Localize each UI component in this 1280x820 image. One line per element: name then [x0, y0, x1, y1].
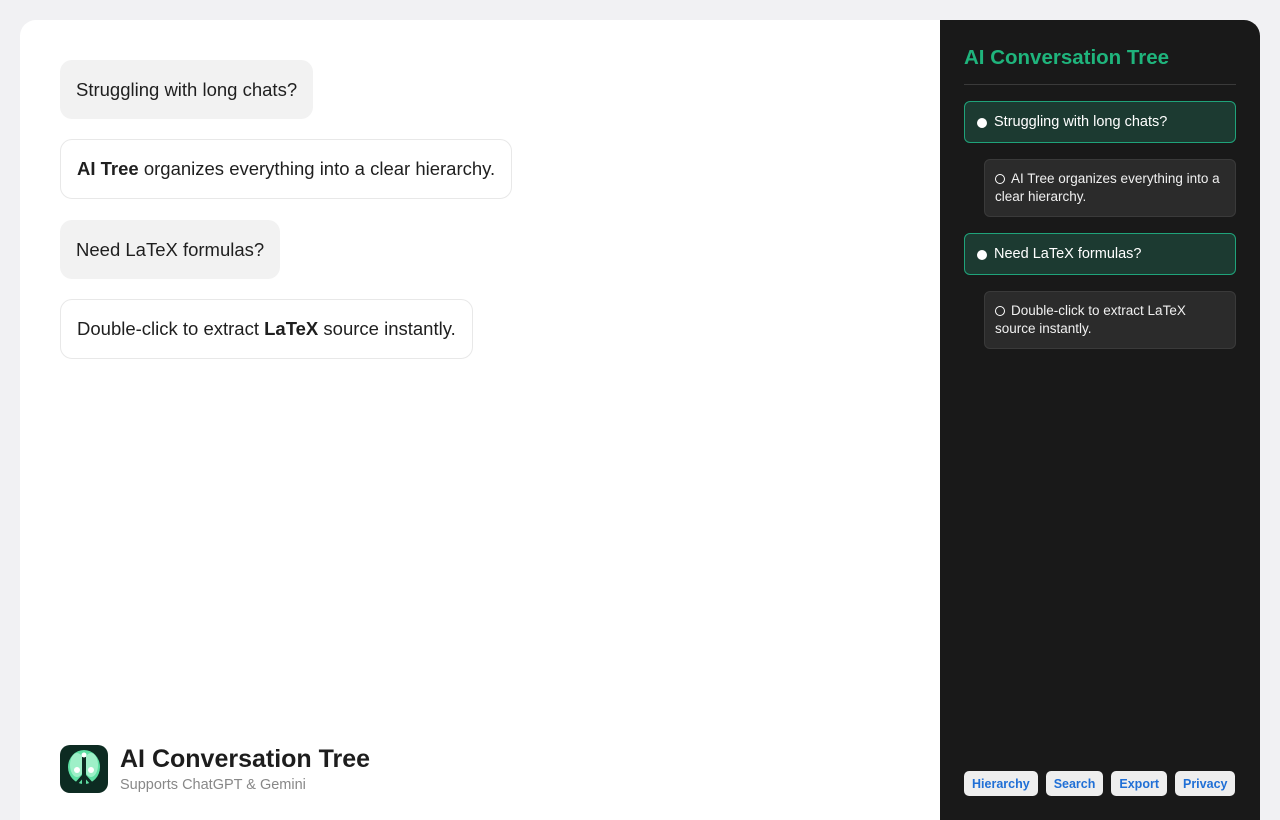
brand-subtitle: Supports ChatGPT & Gemini	[120, 777, 306, 793]
user-message[interactable]: Struggling with long chats?	[60, 60, 314, 119]
ai-message-post: source instantly.	[318, 318, 456, 339]
hierarchy-button[interactable]: Hierarchy	[964, 771, 1038, 796]
export-button[interactable]: Export	[1111, 771, 1167, 796]
privacy-button[interactable]: Privacy	[1174, 771, 1236, 796]
filled-circle-icon	[977, 118, 987, 128]
filled-circle-icon	[977, 250, 987, 260]
brand: AI Conversation Tree Supports ChatGPT & …	[60, 745, 370, 793]
user-message-text: Need LaTeX formulas?	[76, 238, 265, 260]
tree-node-child-text: Double-click to extract LaTeX source ins…	[995, 302, 1225, 338]
ai-message-rest: organizes everything into a clear hierar…	[138, 158, 496, 179]
sidebar-title: AI Conversation Tree	[964, 46, 1236, 85]
brand-text: AI Conversation Tree Supports ChatGPT & …	[120, 745, 370, 793]
tree-logo-icon	[60, 745, 108, 793]
tree-node-root[interactable]: Struggling with long chats?	[964, 101, 1236, 143]
app-window: Struggling with long chats? AI Tree orga…	[20, 20, 1260, 820]
ai-message-text: Double-click to extract LaTeX source ins…	[77, 318, 456, 340]
user-message-text: Struggling with long chats?	[76, 78, 298, 100]
ai-message-bold: AI Tree	[77, 158, 139, 179]
tree-node-label: AI Tree organizes everything into a clea…	[995, 171, 1220, 204]
tree-node-label: Need LaTeX formulas?	[994, 246, 1142, 262]
ai-message-text: AI Tree organizes everything into a clea…	[77, 158, 495, 180]
tree-node-label: Double-click to extract LaTeX source ins…	[995, 303, 1186, 336]
ai-message-bold: LaTeX	[264, 318, 319, 339]
tree-node-child-text: AI Tree organizes everything into a clea…	[995, 170, 1225, 206]
ai-message[interactable]: AI Tree organizes everything into a clea…	[60, 139, 513, 199]
tree-node-root[interactable]: Need LaTeX formulas?	[964, 233, 1236, 275]
tree-sidebar: AI Conversation Tree Struggling with lon…	[940, 20, 1260, 820]
tree-node-label: Struggling with long chats?	[994, 114, 1168, 130]
tree-node-child[interactable]: Double-click to extract LaTeX source ins…	[984, 291, 1236, 349]
search-button[interactable]: Search	[1045, 771, 1104, 796]
tree-node-child[interactable]: AI Tree organizes everything into a clea…	[984, 159, 1236, 217]
user-message[interactable]: Need LaTeX formulas?	[60, 220, 281, 279]
hollow-circle-icon	[995, 306, 1005, 316]
ai-message[interactable]: Double-click to extract LaTeX source ins…	[60, 299, 473, 359]
brand-title: AI Conversation Tree	[120, 745, 371, 773]
ai-message-pre: Double-click to extract	[77, 318, 265, 339]
sidebar-toolbar: Hierarchy Search Export Privacy	[964, 771, 1236, 796]
hollow-circle-icon	[995, 174, 1005, 184]
chat-area: Struggling with long chats? AI Tree orga…	[20, 20, 940, 820]
